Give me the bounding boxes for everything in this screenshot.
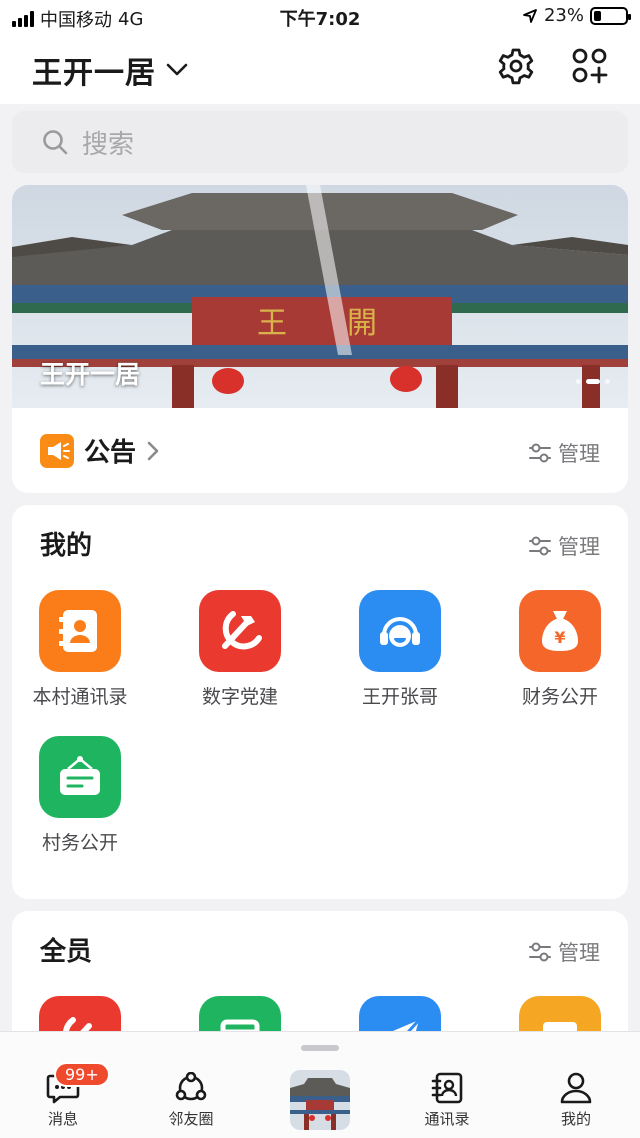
manage-label: 管理 [558, 442, 600, 466]
app-label: 本村通讯录 [32, 686, 128, 708]
address-book-icon [431, 1072, 463, 1104]
notice-label: 公告 [84, 438, 137, 468]
sliders-icon [529, 942, 551, 962]
tab-label: 通讯录 [424, 1110, 470, 1128]
home-photo-icon[interactable] [290, 1070, 350, 1130]
party-emblem-icon [199, 590, 281, 672]
app-finance-public[interactable]: ¥ 财务公开 [490, 590, 628, 709]
app-digital-party[interactable]: 数字党建 [170, 590, 310, 709]
svg-text:王: 王 [257, 306, 287, 341]
person-icon [560, 1072, 592, 1104]
app-label: 王开张哥 [361, 686, 438, 708]
sliders-icon [529, 443, 551, 463]
chevron-down-icon [166, 63, 188, 76]
carousel-dot [605, 379, 610, 384]
notice-link[interactable]: 公告 [40, 432, 160, 469]
carousel-dots [576, 379, 610, 384]
tab-label: 消息 [47, 1110, 78, 1128]
apps-add-icon[interactable] [570, 46, 610, 86]
tab-mine[interactable]: 我的 [531, 1072, 621, 1129]
app-label: 村务公开 [41, 832, 118, 854]
tab-label: 邻友圈 [168, 1110, 214, 1128]
location-icon [523, 8, 537, 23]
section-title-mine: 我的 [40, 531, 93, 561]
chevron-right-icon [147, 441, 159, 460]
app-label: 数字党建 [201, 686, 278, 708]
app-label: 财务公开 [521, 686, 598, 708]
circle-share-icon [175, 1072, 207, 1101]
tab-contacts[interactable]: 通讯录 [402, 1072, 492, 1129]
search-icon [43, 130, 68, 155]
app-village-contacts[interactable]: 本村通讯录 [12, 590, 150, 709]
gear-icon[interactable] [496, 46, 536, 86]
app-wangkai-zhangge[interactable]: 王开张哥 [330, 590, 470, 709]
banner-title: 王开一居 [40, 360, 141, 389]
headset-icon [359, 590, 441, 672]
notice-manage-button[interactable]: 管理 [528, 438, 600, 468]
all-manage-button[interactable]: 管理 [528, 937, 600, 967]
section-title-all: 全员 [40, 937, 93, 967]
svg-text:¥: ¥ [554, 628, 565, 647]
tab-neighbor-circle[interactable]: 邻友圈 [146, 1072, 236, 1129]
page-title: 王开一居 [32, 56, 156, 91]
svg-text:開: 開 [347, 306, 377, 341]
banner-card: 王 開 王开一居 公告 管理 [12, 185, 628, 493]
message-badge: 99+ [54, 1062, 110, 1087]
search-placeholder: 搜索 [82, 129, 135, 160]
notice-board-icon [39, 736, 121, 818]
drag-handle[interactable] [301, 1045, 339, 1051]
manage-label: 管理 [558, 941, 600, 965]
sliders-icon [529, 536, 551, 556]
header: 王开一居 [0, 34, 640, 104]
search-input[interactable]: 搜索 [12, 111, 628, 173]
carousel-dot-active [586, 379, 600, 384]
mine-manage-button[interactable]: 管理 [528, 531, 600, 561]
carousel-dot [576, 379, 581, 384]
app-village-affairs[interactable]: 村务公开 [12, 736, 150, 855]
tab-label: 我的 [560, 1110, 591, 1128]
battery-icon [590, 6, 631, 25]
manage-label: 管理 [558, 535, 600, 559]
community-switcher[interactable]: 王开一居 [32, 48, 188, 92]
mine-section: 我的 管理 本村通讯录 数字党建 王开张哥 ¥ 财务公开 村务公开 [12, 505, 628, 899]
battery-percent: 23% [543, 5, 584, 26]
contact-book-icon [39, 590, 121, 672]
bottom-tab-bar: 消息 99+ 邻友圈 通讯录 我的 [0, 1031, 640, 1138]
status-bar: 中国移动 4G 下午7:02 23% [0, 0, 640, 34]
megaphone-icon [40, 433, 74, 468]
money-bag-icon: ¥ [519, 590, 601, 672]
